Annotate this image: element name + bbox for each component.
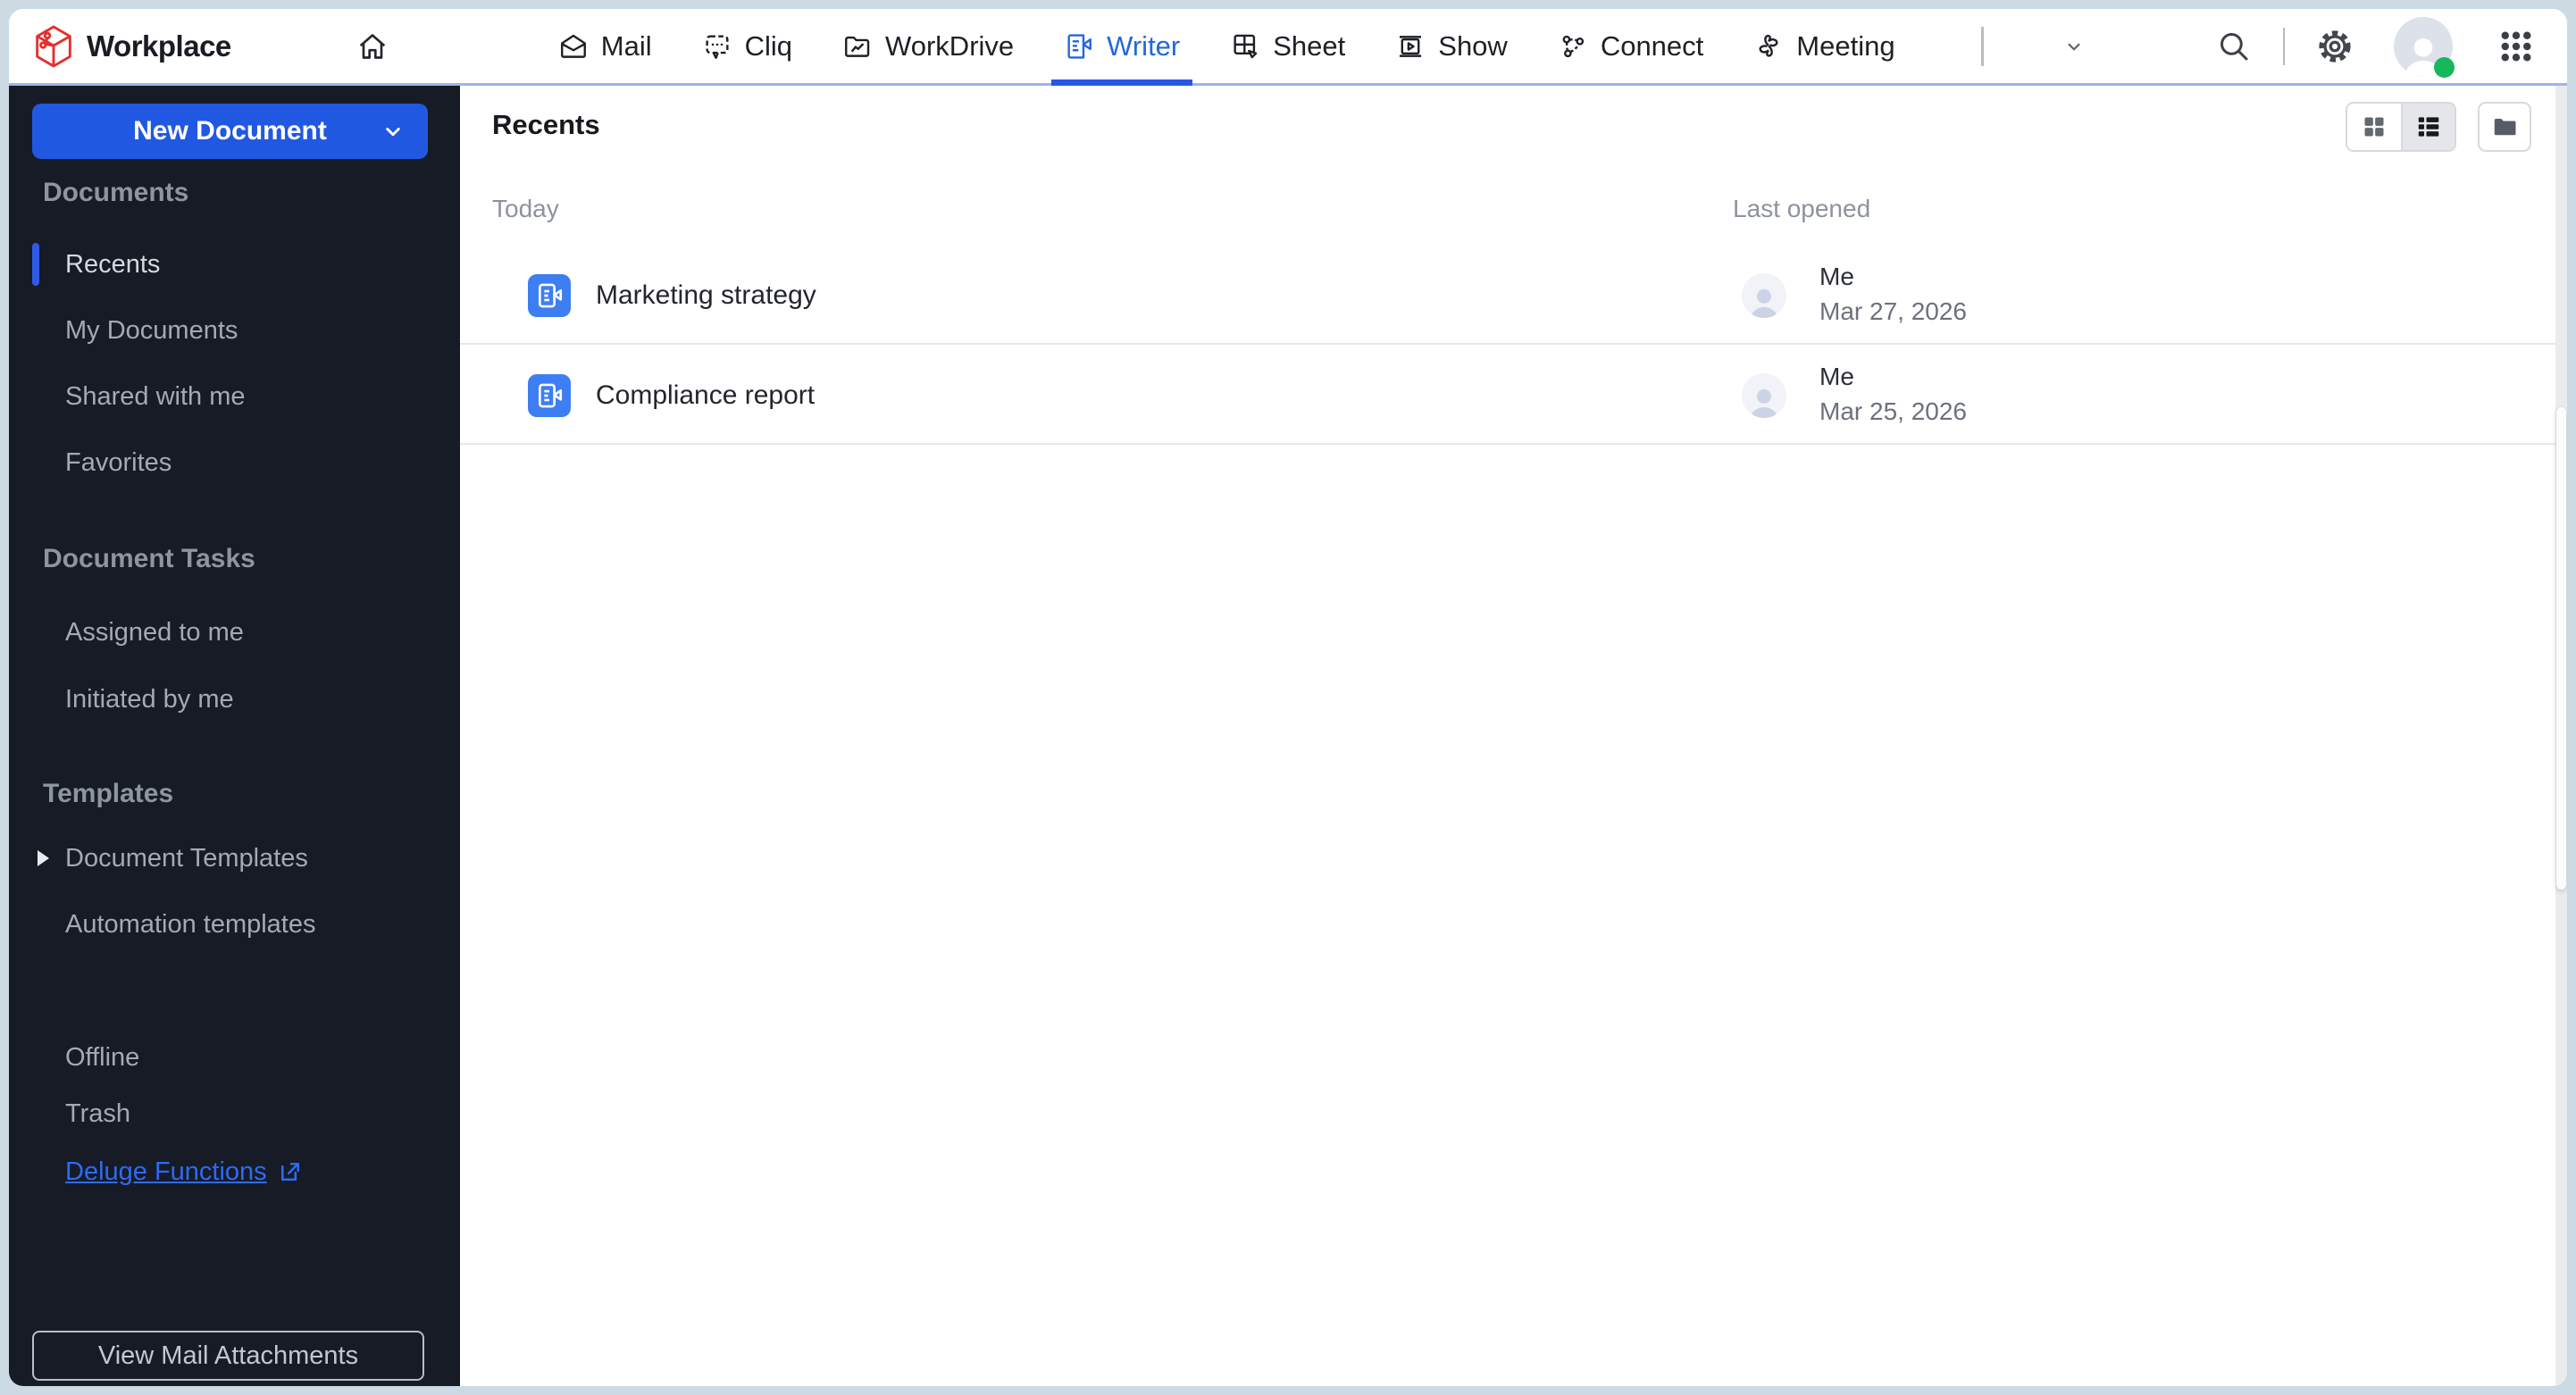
nav-tab-label: Sheet: [1273, 29, 1346, 62]
list-view-button[interactable]: [2401, 104, 2455, 150]
writer-document-icon: [528, 274, 571, 317]
nav-tab-meeting[interactable]: Meeting: [1753, 9, 1895, 83]
meeting-icon: [1753, 31, 1784, 62]
writer-document-icon: [528, 374, 571, 417]
sidebar-item-offline[interactable]: Offline: [65, 1040, 451, 1075]
chevron-down-icon[interactable]: [380, 118, 406, 145]
grid-view-button[interactable]: [2347, 104, 2401, 150]
nav-tab-label: Meeting: [1796, 29, 1895, 62]
view-mail-attachments-label: View Mail Attachments: [97, 1341, 359, 1370]
nav-tab-sheet[interactable]: Sheet: [1230, 9, 1345, 83]
document-row[interactable]: Marketing strategy Me Mar 27, 2026: [460, 246, 2567, 345]
more-apps-chevron[interactable]: [2062, 35, 2086, 58]
nav-tab-label: Mail: [600, 29, 652, 62]
new-document-button[interactable]: New Document: [32, 104, 428, 159]
show-icon: [1395, 31, 1426, 62]
sidebar-item-initiated-by-me[interactable]: Initiated by me: [65, 681, 451, 717]
settings-button[interactable]: [2315, 27, 2354, 66]
page-title: Recents: [492, 109, 600, 140]
workplace-brand[interactable]: Workplace: [34, 25, 231, 68]
brand-title: Workplace: [87, 29, 231, 63]
last-opened-date: Mar 27, 2026: [1819, 297, 1967, 325]
header-divider: [2283, 27, 2285, 65]
online-status-dot: [2434, 56, 2455, 78]
grid-view-icon: [2362, 114, 2387, 139]
view-controls: [2346, 102, 2531, 152]
sheet-icon: [1230, 31, 1260, 62]
folder-view-icon: [2491, 113, 2518, 140]
zoho-cube-logo-icon: [34, 25, 73, 68]
last-opened-date: Mar 25, 2026: [1819, 397, 1967, 425]
app-window: Workplace Mail Cliq WorkDrive Writer She…: [9, 9, 2567, 1386]
group-label-today: Today: [492, 195, 559, 222]
sidebar-item-recents[interactable]: Recents: [65, 246, 451, 282]
external-link-icon: [278, 1159, 303, 1184]
nav-tab-connect[interactable]: Connect: [1558, 9, 1703, 83]
scrollbar-thumb[interactable]: [2556, 407, 2566, 890]
sidebar-item-document-templates[interactable]: Document Templates: [65, 840, 451, 876]
nav-tab-label: Writer: [1107, 29, 1181, 62]
nav-tab-label: Connect: [1600, 29, 1704, 62]
apps-grid-icon: [2497, 28, 2535, 65]
nav-divider: [1980, 26, 1984, 66]
list-view-icon: [2415, 113, 2442, 140]
search-icon: [2215, 28, 2253, 65]
new-document-label: New Document: [133, 116, 327, 146]
deluge-functions-link[interactable]: Deluge Functions: [65, 1154, 303, 1190]
column-header-last-opened: Last opened: [1733, 195, 1871, 222]
owner-name: Me: [1819, 263, 1854, 290]
sidebar-item-favorites[interactable]: Favorites: [65, 445, 451, 480]
workdrive-icon: [842, 31, 873, 62]
owner-name: Me: [1819, 363, 1854, 390]
settings-gear-icon: [2315, 27, 2354, 66]
nav-tab-label: WorkDrive: [885, 29, 1015, 62]
deluge-functions-label: Deluge Functions: [65, 1157, 267, 1186]
mail-icon: [558, 31, 589, 62]
home-button[interactable]: [355, 29, 390, 64]
nav-tab-writer[interactable]: Writer: [1051, 9, 1193, 86]
apps-grid-button[interactable]: [2497, 28, 2535, 65]
active-item-indicator: [32, 243, 39, 286]
app-switcher-nav: Mail Cliq WorkDrive Writer Sheet Show Co…: [558, 9, 2086, 86]
view-mail-attachments-button[interactable]: View Mail Attachments: [32, 1331, 424, 1381]
document-row[interactable]: Compliance report Me Mar 25, 2026: [460, 347, 2567, 445]
cliq-icon: [702, 31, 732, 62]
chevron-down-icon: [2062, 35, 2086, 58]
nav-tab-cliq[interactable]: Cliq: [702, 9, 792, 83]
sidebar: New Document Documents Recents My Docume…: [9, 86, 460, 1386]
owner-avatar: [1742, 273, 1786, 318]
content-area: New Document Documents Recents My Docume…: [9, 86, 2567, 1386]
last-opened-cell: Me Mar 27, 2026: [1819, 263, 1967, 326]
sidebar-item-assigned-to-me[interactable]: Assigned to me: [65, 614, 451, 650]
nav-tab-show[interactable]: Show: [1395, 9, 1508, 83]
sidebar-item-trash[interactable]: Trash: [65, 1096, 451, 1132]
writer-icon: [1064, 31, 1094, 62]
sidebar-item-shared-with-me[interactable]: Shared with me: [65, 379, 451, 414]
nav-tab-label: Show: [1438, 29, 1508, 62]
scrollbar-track[interactable]: [2555, 86, 2567, 1386]
top-header-bar: Workplace Mail Cliq WorkDrive Writer She…: [9, 9, 2567, 86]
expand-triangle-icon[interactable]: [38, 850, 49, 866]
section-header-documents: Documents: [43, 178, 189, 207]
nav-tab-label: Cliq: [744, 29, 793, 62]
home-icon: [355, 29, 390, 64]
view-toggle-group: [2346, 102, 2456, 152]
section-header-templates: Templates: [43, 779, 174, 808]
owner-avatar: [1742, 373, 1786, 418]
document-name: Marketing strategy: [596, 280, 816, 310]
sidebar-item-automation-templates[interactable]: Automation templates: [65, 906, 451, 942]
main-panel: Recents Today Last opened Marketing stra…: [460, 86, 2567, 1386]
document-name: Compliance report: [596, 380, 815, 410]
user-avatar[interactable]: [2394, 16, 2455, 78]
connect-icon: [1558, 31, 1588, 62]
search-button[interactable]: [2215, 28, 2253, 65]
sidebar-item-my-documents[interactable]: My Documents: [65, 313, 451, 348]
header-right-cluster: [2215, 16, 2535, 78]
last-opened-cell: Me Mar 25, 2026: [1819, 363, 1967, 426]
nav-tab-mail[interactable]: Mail: [558, 9, 652, 83]
section-header-document-tasks: Document Tasks: [43, 544, 255, 573]
folder-view-button[interactable]: [2478, 102, 2531, 152]
nav-tab-workdrive[interactable]: WorkDrive: [842, 9, 1014, 83]
